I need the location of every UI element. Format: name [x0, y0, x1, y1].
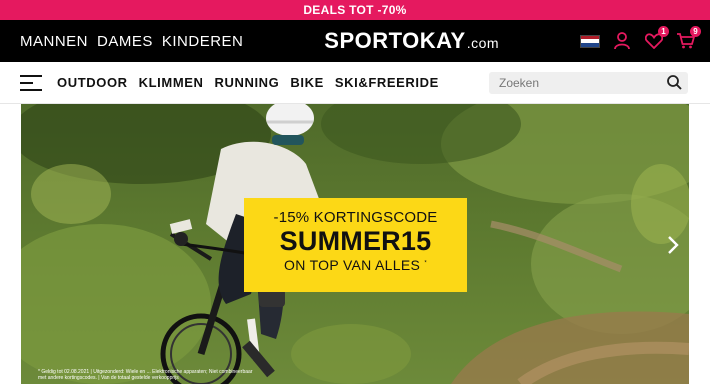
- nav-women[interactable]: DAMES: [97, 33, 153, 50]
- netherlands-flag-icon[interactable]: [580, 34, 600, 48]
- category-ski-freeride[interactable]: SKI&FREERIDE: [335, 75, 439, 90]
- wishlist-count-badge: 1: [658, 26, 669, 37]
- cart-count-badge: 9: [690, 26, 701, 37]
- promo-banner-text: DEALS TOT -70%: [303, 3, 407, 17]
- menu-icon[interactable]: [20, 74, 42, 91]
- header-actions: 1 9: [580, 26, 701, 51]
- category-outdoor[interactable]: OUTDOOR: [57, 75, 128, 90]
- site-logo[interactable]: SPORTOKAY .com: [324, 28, 499, 54]
- promo-line-terms: ON TOP VAN ALLES *: [284, 257, 427, 273]
- category-bar: OUTDOOR KLIMMEN RUNNING BIKE SKI&FREERID…: [0, 62, 710, 104]
- promo-code-box[interactable]: -15% KORTINGSCODE SUMMER15 ON TOP VAN AL…: [244, 198, 467, 292]
- nav-kids[interactable]: KINDEREN: [162, 33, 244, 50]
- user-icon[interactable]: [612, 31, 632, 51]
- promo-banner[interactable]: DEALS TOT -70%: [0, 0, 710, 20]
- cart-button[interactable]: 9: [676, 26, 701, 51]
- category-running[interactable]: RUNNING: [215, 75, 280, 90]
- logo-main: SPORTOKAY: [324, 28, 466, 53]
- wishlist-button[interactable]: 1: [644, 26, 669, 51]
- search-box: [489, 71, 688, 94]
- top-header: MANNEN DAMES KINDEREN SPORTOKAY .com 1 9: [0, 20, 710, 62]
- category-bike[interactable]: BIKE: [290, 75, 323, 90]
- search-input[interactable]: [499, 75, 667, 90]
- hero-banner[interactable]: -15% KORTINGSCODE SUMMER15 ON TOP VAN AL…: [21, 104, 689, 384]
- promo-disclaimer: * Geldig tot 02.08.2021 | Uitgezonderd: …: [38, 369, 253, 381]
- category-nav: OUTDOOR KLIMMEN RUNNING BIKE SKI&FREERID…: [57, 75, 489, 90]
- category-climbing[interactable]: KLIMMEN: [139, 75, 204, 90]
- gender-nav: MANNEN DAMES KINDEREN: [20, 33, 243, 50]
- logo-suffix: .com: [466, 35, 500, 51]
- search-icon[interactable]: [667, 75, 682, 90]
- nav-men[interactable]: MANNEN: [20, 33, 88, 50]
- promo-line-discount: -15% KORTINGSCODE: [273, 209, 438, 226]
- promo-code: SUMMER15: [279, 226, 432, 256]
- chevron-right-icon[interactable]: [665, 234, 681, 256]
- promo-asterisk: *: [424, 260, 427, 267]
